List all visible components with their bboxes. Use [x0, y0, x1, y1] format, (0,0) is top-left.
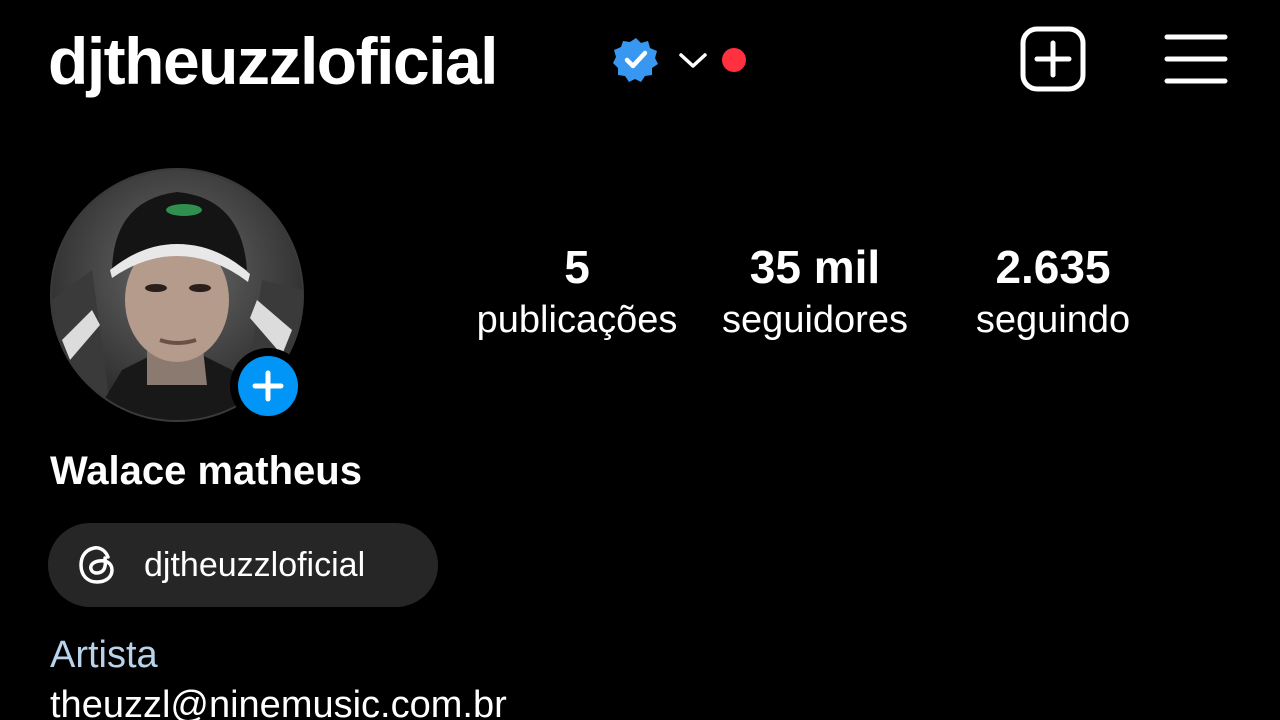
add-story-button[interactable]: [230, 348, 306, 424]
verified-badge-icon: [613, 38, 658, 82]
following-label: seguindo: [975, 299, 1131, 341]
full-name: Walace matheus: [50, 449, 362, 493]
avatar-container: [50, 168, 306, 424]
add-story-circle: [238, 356, 298, 416]
plus-icon: [252, 370, 284, 402]
profile-header: djtheuzzloficial: [0, 0, 1280, 120]
profile-category: Artista: [50, 634, 158, 676]
hamburger-menu-icon[interactable]: [1164, 32, 1228, 86]
chevron-down-icon[interactable]: [676, 46, 710, 74]
email-link[interactable]: theuzzl@ninemusic.com.br: [50, 680, 507, 720]
threads-link-button[interactable]: djtheuzzloficial: [48, 523, 438, 607]
posts-count: 5: [564, 241, 590, 293]
notification-dot: [722, 48, 746, 72]
profile-page: djtheuzzloficial 5 publicações 35 mil se…: [0, 0, 1280, 720]
followers-count: 35 mil: [749, 241, 881, 293]
stat-posts[interactable]: 5 publicações: [462, 240, 692, 346]
stat-following[interactable]: 2.635 seguindo: [940, 240, 1166, 346]
stat-followers[interactable]: 35 mil seguidores: [700, 240, 930, 346]
threads-handle: djtheuzzloficial: [144, 546, 366, 584]
posts-label: publicações: [476, 299, 678, 341]
username-title[interactable]: djtheuzzloficial: [48, 22, 499, 100]
following-count: 2.635: [995, 241, 1111, 293]
followers-label: seguidores: [722, 299, 908, 341]
threads-icon: [79, 546, 114, 584]
create-post-button[interactable]: [1020, 26, 1086, 92]
